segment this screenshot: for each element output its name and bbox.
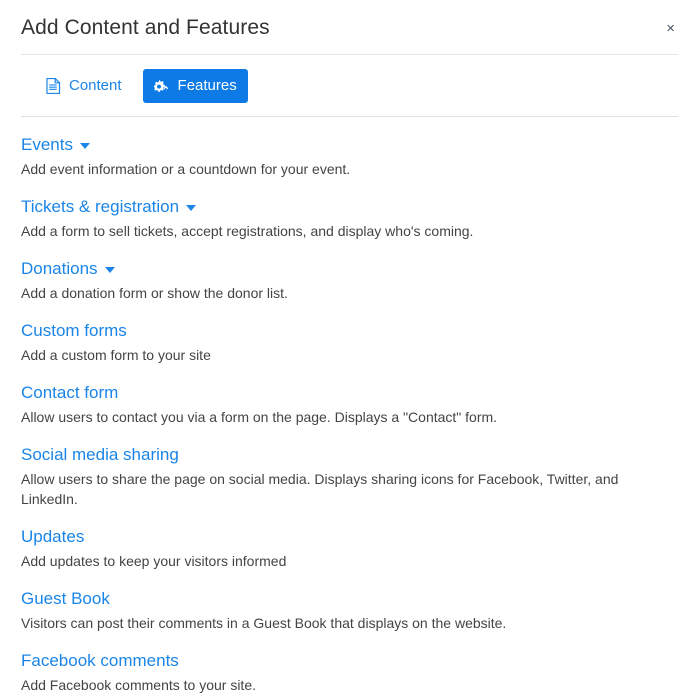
list-item: Updates Add updates to keep your visitor…	[21, 525, 678, 571]
list-item: Guest Book Visitors can post their comme…	[21, 587, 678, 633]
feature-link-contact-form[interactable]: Contact form	[21, 381, 118, 404]
feature-description: Allow users to contact you via a form on…	[21, 409, 498, 425]
feature-link-donations[interactable]: Donations	[21, 257, 115, 280]
list-item: Tickets & registration Add a form to sel…	[21, 195, 678, 241]
page-title: Add Content and Features	[21, 16, 270, 39]
feature-title: Facebook comments	[21, 651, 179, 670]
tab-content-label: Content	[69, 77, 122, 94]
feature-link-facebook-comments[interactable]: Facebook comments	[21, 649, 179, 672]
feature-description: Add a custom form to your site	[21, 347, 211, 363]
close-icon[interactable]: ×	[663, 17, 678, 40]
chevron-down-icon	[186, 205, 197, 211]
dialog-header: Add Content and Features ×	[0, 0, 698, 54]
tab-content[interactable]: Content	[34, 69, 133, 103]
feature-link-events[interactable]: Events	[21, 133, 90, 156]
list-item: Social media sharing Allow users to shar…	[21, 443, 678, 509]
cogs-icon	[153, 78, 170, 94]
feature-description: Add updates to keep your visitors inform…	[21, 553, 287, 569]
feature-description: Add Facebook comments to your site.	[21, 677, 256, 693]
chevron-down-icon	[79, 143, 90, 149]
feature-description: Visitors can post their comments in a Gu…	[21, 615, 507, 631]
feature-link-tickets-registration[interactable]: Tickets & registration	[21, 195, 197, 218]
tab-features-label: Features	[177, 77, 237, 94]
feature-link-guest-book[interactable]: Guest Book	[21, 587, 110, 610]
feature-description: Add event information or a countdown for…	[21, 161, 351, 177]
feature-title: Social media sharing	[21, 445, 179, 464]
feature-link-custom-forms[interactable]: Custom forms	[21, 319, 127, 342]
feature-title: Tickets & registration	[21, 197, 180, 216]
list-item: Custom forms Add a custom form to your s…	[21, 319, 678, 365]
list-item: Events Add event information or a countd…	[21, 133, 678, 179]
feature-description: Allow users to share the page on social …	[21, 471, 619, 507]
chevron-down-icon	[104, 267, 115, 273]
feature-list: Events Add event information or a countd…	[0, 117, 698, 695]
list-item: Contact form Allow users to contact you …	[21, 381, 678, 427]
feature-title: Custom forms	[21, 321, 127, 340]
feature-description: Add a form to sell tickets, accept regis…	[21, 223, 474, 239]
feature-title: Contact form	[21, 383, 119, 402]
feature-title: Events	[21, 135, 73, 154]
feature-title: Updates	[21, 527, 85, 546]
add-content-and-features-dialog: Add Content and Features × Content Featu…	[0, 0, 698, 693]
feature-description: Add a donation form or show the donor li…	[21, 285, 288, 301]
tab-bar: Content Features	[0, 55, 698, 116]
list-item: Donations Add a donation form or show th…	[21, 257, 678, 303]
feature-link-updates[interactable]: Updates	[21, 525, 84, 548]
feature-title: Guest Book	[21, 589, 110, 608]
feature-link-social-media-sharing[interactable]: Social media sharing	[21, 443, 179, 466]
file-document-icon	[45, 78, 61, 94]
tab-features[interactable]: Features	[142, 69, 248, 103]
feature-title: Donations	[21, 259, 98, 278]
list-item: Facebook comments Add Facebook comments …	[21, 649, 678, 695]
